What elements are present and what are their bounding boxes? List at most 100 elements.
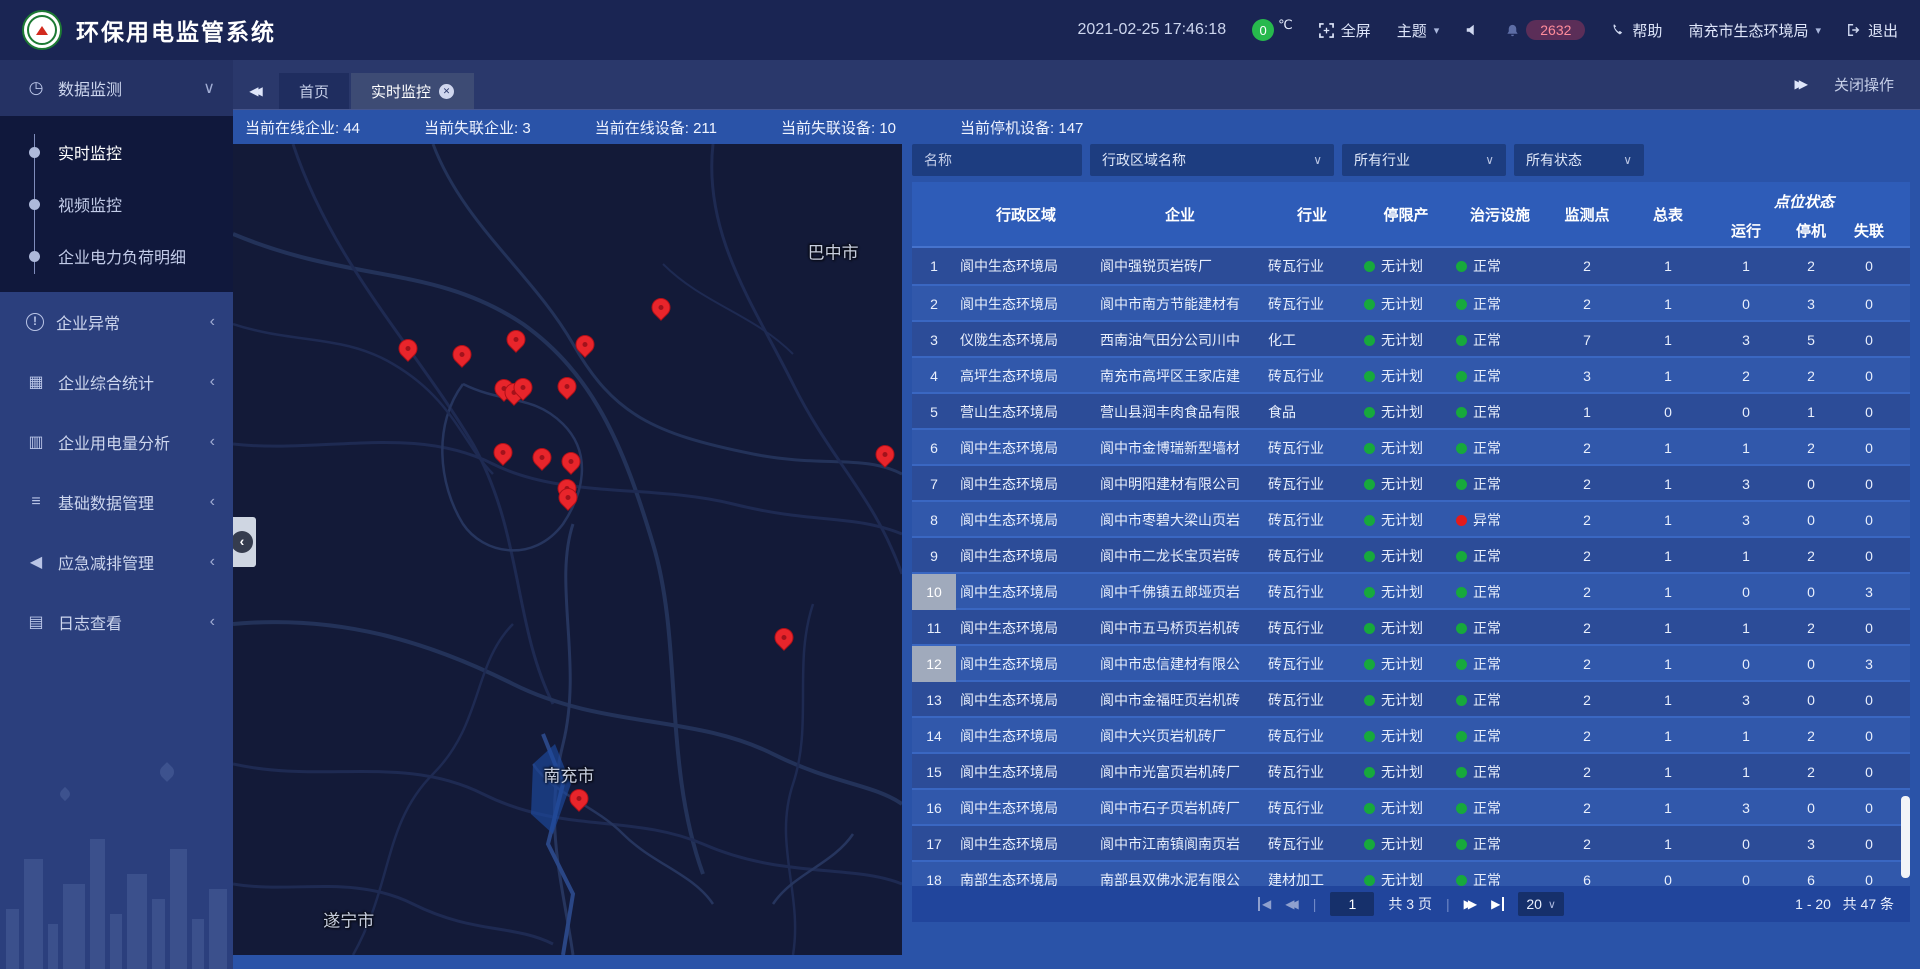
name-search-input[interactable] xyxy=(912,144,1082,176)
cell-region: 阆中生态环境局 xyxy=(956,256,1096,276)
double-chevron-right-icon[interactable]: ▶▶ xyxy=(1795,77,1808,91)
cell-index: 3 xyxy=(912,322,956,358)
table-row[interactable]: 6 阆中生态环境局 阆中市金博瑞新型墙材 砖瓦行业 无计划 正常 2 1 1 2… xyxy=(912,428,1910,464)
cell-running: 3 xyxy=(1710,332,1782,348)
vertical-scrollbar-thumb[interactable] xyxy=(1901,796,1910,878)
cell-disconnected: 0 xyxy=(1840,620,1898,636)
table-row[interactable]: 1 阆中生态环境局 阆中强锐页岩砖厂 砖瓦行业 无计划 正常 2 1 1 2 0 xyxy=(912,248,1910,284)
table-row[interactable]: 17 阆中生态环境局 阆中市江南镇阆南页岩 砖瓦行业 无计划 正常 2 1 0 … xyxy=(912,824,1910,860)
page-size-select[interactable]: 20 ∨ xyxy=(1518,892,1564,916)
cell-running: 1 xyxy=(1710,764,1782,780)
table-row[interactable]: 15 阆中生态环境局 阆中市光富页岩机砖厂 砖瓦行业 无计划 正常 2 1 1 … xyxy=(912,752,1910,788)
double-chevron-left-icon: ◀◀ xyxy=(249,84,262,98)
cell-monitor-points: 2 xyxy=(1548,584,1626,600)
chevron-down-icon: ∨ xyxy=(1623,153,1632,167)
status-dot-icon xyxy=(1456,839,1467,850)
cell-index: 18 xyxy=(912,862,956,886)
close-icon[interactable]: ✕ xyxy=(439,84,454,99)
cell-total-meters: 1 xyxy=(1626,584,1710,600)
status-dot-icon xyxy=(1456,479,1467,490)
table-row[interactable]: 10 阆中生态环境局 阆中千佛镇五郎垭页岩 砖瓦行业 无计划 正常 2 1 0 … xyxy=(912,572,1910,608)
cell-total-meters: 1 xyxy=(1626,836,1710,852)
close-operations-button[interactable]: 关闭操作 xyxy=(1834,74,1894,95)
col-company: 企业 xyxy=(1096,182,1264,246)
cell-running: 3 xyxy=(1710,476,1782,492)
first-page-button[interactable]: ◀ xyxy=(1258,897,1271,911)
help-button[interactable]: 帮助 xyxy=(1611,20,1662,41)
table-row[interactable]: 5 营山生态环境局 营山县润丰肉食品有限 食品 无计划 正常 1 0 0 1 0 xyxy=(912,392,1910,428)
status-dot-green-icon xyxy=(1364,623,1375,634)
sidebar-subitem[interactable]: 实时监控 xyxy=(0,126,233,178)
cell-index: 16 xyxy=(912,790,956,826)
fullscreen-button[interactable]: 全屏 xyxy=(1319,20,1371,41)
logout-button[interactable]: 退出 xyxy=(1847,20,1898,41)
app-logo-icon xyxy=(22,10,62,50)
cell-production-limit: 无计划 xyxy=(1360,870,1452,886)
status-dot-green-icon xyxy=(1364,767,1375,778)
map-collapse-button[interactable]: ‹ xyxy=(233,517,256,567)
sidebar-subitem[interactable]: 视频监控 xyxy=(0,178,233,230)
cell-monitor-points: 2 xyxy=(1548,258,1626,274)
top-header: 环保用电监管系统 2021-02-25 17:46:18 0 ℃ 全屏 主题 ▾ xyxy=(0,0,1920,60)
table-row[interactable]: 4 高坪生态环境局 南充市高坪区王家店建 砖瓦行业 无计划 正常 3 1 2 2… xyxy=(912,356,1910,392)
butterfly-decoration xyxy=(58,787,72,801)
cell-production-limit: 无计划 xyxy=(1360,510,1452,530)
cell-production-limit: 无计划 xyxy=(1360,690,1452,710)
next-page-button[interactable]: ▶▶ xyxy=(1464,897,1477,911)
cell-region: 阆中生态环境局 xyxy=(956,654,1096,674)
table-row[interactable]: 7 阆中生态环境局 阆中明阳建材有限公司 砖瓦行业 无计划 正常 2 1 3 0… xyxy=(912,464,1910,500)
table-row[interactable]: 2 阆中生态环境局 阆中市南方节能建材有 砖瓦行业 无计划 正常 2 1 0 3… xyxy=(912,284,1910,320)
table-row[interactable]: 16 阆中生态环境局 阆中市石子页岩机砖厂 砖瓦行业 无计划 正常 2 1 3 … xyxy=(912,788,1910,824)
region-select[interactable]: 行政区域名称 ∨ xyxy=(1090,144,1334,176)
cell-running: 0 xyxy=(1710,584,1782,600)
cell-total-meters: 1 xyxy=(1626,656,1710,672)
table-row[interactable]: 8 阆中生态环境局 阆中市枣碧大梁山页岩 砖瓦行业 无计划 异常 2 1 3 0… xyxy=(912,500,1910,536)
sidebar-item[interactable]: ◀ 应急减排管理 ‹ xyxy=(0,532,233,592)
cell-running: 1 xyxy=(1710,440,1782,456)
cell-stopped: 0 xyxy=(1782,476,1840,492)
tabs-scroll-left-button[interactable]: ◀◀ xyxy=(233,73,279,109)
notifications[interactable]: 2632 xyxy=(1505,20,1585,40)
cell-total-meters: 1 xyxy=(1626,512,1710,528)
tab-realtime-monitoring[interactable]: 实时监控 ✕ xyxy=(351,73,474,109)
industry-select[interactable]: 所有行业 ∨ xyxy=(1342,144,1506,176)
table-row[interactable]: 12 阆中生态环境局 阆中市忠信建材有限公 砖瓦行业 无计划 正常 2 1 0 … xyxy=(912,644,1910,680)
table-row[interactable]: 11 阆中生态环境局 阆中市五马桥页岩机砖 砖瓦行业 无计划 正常 2 1 1 … xyxy=(912,608,1910,644)
tab-home[interactable]: 首页 xyxy=(279,73,349,109)
cell-total-meters: 1 xyxy=(1626,296,1710,312)
pagination-bar: ◀ ◀◀ | 1 共 3 页 | ▶▶ ▶ 20 ∨ 1 - 20 共 47 条 xyxy=(912,886,1910,922)
sidebar-item[interactable]: ▤ 日志查看 ‹ xyxy=(0,592,233,652)
cell-region: 高坪生态环境局 xyxy=(956,366,1096,386)
sidebar-item[interactable]: ! 企业异常 ‹ xyxy=(0,292,233,352)
sidebar-item-data-monitoring[interactable]: ◷ 数据监测 ∨ xyxy=(0,60,233,116)
cell-disconnected: 0 xyxy=(1840,296,1898,312)
cell-region: 阆中生态环境局 xyxy=(956,294,1096,314)
prev-page-button[interactable]: ◀◀ xyxy=(1285,897,1298,911)
table-row[interactable]: 9 阆中生态环境局 阆中市二龙长宝页岩砖 砖瓦行业 无计划 正常 2 1 1 2… xyxy=(912,536,1910,572)
sidebar-item[interactable]: ▦ 企业综合统计 ‹ xyxy=(0,352,233,412)
cell-pollution-facility: 正常 xyxy=(1452,474,1548,494)
status-dot-green-icon xyxy=(1364,443,1375,454)
table-row[interactable]: 14 阆中生态环境局 阆中大兴页岩机砖厂 砖瓦行业 无计划 正常 2 1 1 2… xyxy=(912,716,1910,752)
sound-toggle-button[interactable] xyxy=(1465,23,1479,37)
col-monitor-points: 监测点 xyxy=(1548,182,1626,246)
status-select[interactable]: 所有状态 ∨ xyxy=(1514,144,1644,176)
status-dot-icon xyxy=(1456,261,1467,272)
table-row[interactable]: 3 仪陇生态环境局 西南油气田分公司川中 化工 无计划 正常 7 1 3 5 0 xyxy=(912,320,1910,356)
table-row[interactable]: 18 南部生态环境局 南部县双佛水泥有限公 建材加工 无计划 正常 6 0 0 … xyxy=(912,860,1910,886)
page-number-input[interactable]: 1 xyxy=(1330,892,1374,916)
theme-dropdown[interactable]: 主题 ▾ xyxy=(1397,20,1440,41)
last-page-button[interactable]: ▶ xyxy=(1491,897,1504,911)
cell-running: 3 xyxy=(1710,800,1782,816)
sidebar-item[interactable]: ≡ 基础数据管理 ‹ xyxy=(0,472,233,532)
org-dropdown[interactable]: 南充市生态环境局 ▾ xyxy=(1688,20,1821,41)
map-panel[interactable]: 巴中市南充市遂宁市 ‹ xyxy=(233,144,902,955)
sidebar-item[interactable]: ▥ 企业用电量分析 ‹ xyxy=(0,412,233,472)
map-city-label: 巴中市 xyxy=(808,239,859,264)
sidebar-subitem[interactable]: 企业电力负荷明细 xyxy=(0,230,233,282)
cell-industry: 砖瓦行业 xyxy=(1264,618,1360,638)
sidebar: ◷ 数据监测 ∨ 实时监控 视频监控 企业电力负荷明细 ! 企业异常 ‹ xyxy=(0,60,233,969)
cell-total-meters: 1 xyxy=(1626,548,1710,564)
cell-disconnected: 0 xyxy=(1840,728,1898,744)
table-row[interactable]: 13 阆中生态环境局 阆中市金福旺页岩机砖 砖瓦行业 无计划 正常 2 1 3 … xyxy=(912,680,1910,716)
